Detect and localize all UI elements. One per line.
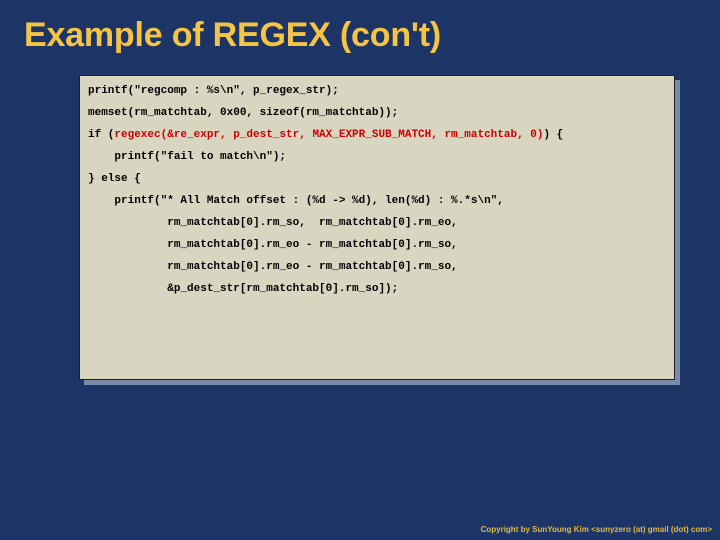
code-line-15: rm_matchtab[0].rm_eo - rm_matchtab[0].rm… xyxy=(88,239,458,251)
code-line-17: rm_matchtab[0].rm_eo - rm_matchtab[0].rm… xyxy=(88,261,458,273)
code-line-19: &p_dest_str[rm_matchtab[0].rm_so]); xyxy=(88,283,398,295)
slide-title: Example of REGEX (con't) xyxy=(24,16,441,55)
code-line-11: printf("* All Match offset : (%d -> %d),… xyxy=(88,195,504,207)
code-line-5c: ) { xyxy=(543,129,563,141)
code-line-3: memset(rm_matchtab, 0x00, sizeof(rm_matc… xyxy=(88,107,398,119)
code-line-9: } else { xyxy=(88,173,141,185)
code-line-5a: if ( xyxy=(88,129,114,141)
code-line-1: printf("regcomp : %s\n", p_regex_str); xyxy=(88,85,339,97)
code-box: printf("regcomp : %s\n", p_regex_str); m… xyxy=(79,75,675,380)
footer-copyright: Copyright by SunYoung Kim <sunyzero (at)… xyxy=(481,525,712,534)
code-line-13: rm_matchtab[0].rm_so, rm_matchtab[0].rm_… xyxy=(88,217,458,229)
code-line-5b-highlight: regexec(&re_expr, p_dest_str, MAX_EXPR_S… xyxy=(114,129,543,141)
code-line-7: printf("fail to match\n"); xyxy=(88,151,286,163)
slide: Example of REGEX (con't) printf("regcomp… xyxy=(0,0,720,540)
